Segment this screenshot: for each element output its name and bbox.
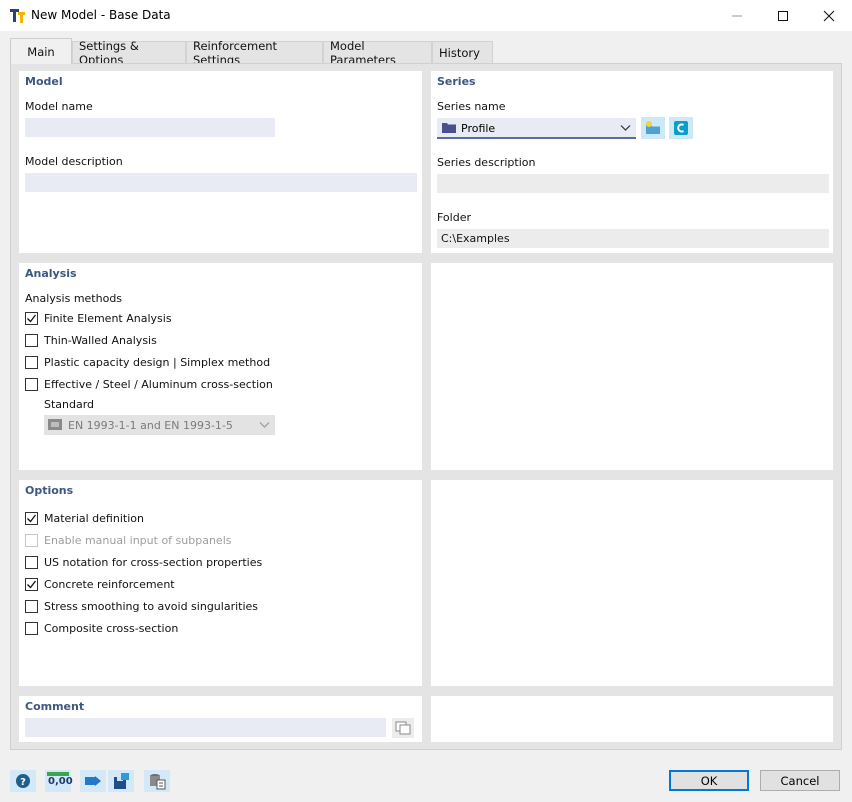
database-icon (150, 774, 166, 790)
decimals-icon: 0,00 (47, 772, 73, 790)
effective-section-checkbox-row[interactable]: Effective / Steel / Aluminum cross-secti… (25, 376, 273, 392)
app-logo-icon (10, 9, 25, 23)
chevron-down-icon (620, 125, 631, 131)
save-icon (114, 773, 129, 789)
tab-settings-options[interactable]: Settings & Options (72, 39, 186, 67)
close-button[interactable] (806, 0, 852, 31)
concrete-reinforcement-checkbox-row[interactable]: Concrete reinforcement (25, 576, 175, 592)
copy-icon (395, 721, 411, 735)
composite-section-checkbox-row[interactable]: Composite cross-section (25, 620, 178, 636)
folder-label: Folder (437, 211, 471, 224)
series-section-title: Series (437, 75, 476, 88)
series-name-dropdown[interactable]: Profile (437, 118, 636, 139)
minimize-button[interactable] (714, 0, 760, 31)
concrete-reinforcement-checkbox[interactable] (25, 577, 38, 591)
series-description-input[interactable] (437, 174, 829, 193)
comment-input[interactable] (25, 718, 386, 737)
new-series-button[interactable] (641, 117, 665, 139)
minimize-icon (732, 15, 742, 16)
standard-label: Standard (44, 398, 95, 411)
svg-text:?: ? (20, 777, 26, 788)
comment-section-title: Comment (25, 700, 85, 713)
checkmark-icon (27, 314, 37, 322)
stress-smoothing-checkbox[interactable] (25, 599, 38, 613)
new-folder-icon (646, 121, 660, 134)
maximize-icon (778, 10, 788, 21)
edit-series-icon (674, 121, 688, 135)
plastic-capacity-checkbox[interactable] (25, 355, 38, 369)
tab-reinforcement-settings[interactable]: Reinforcement Settings (186, 39, 323, 67)
options-side-panel (431, 480, 833, 686)
manual-subpanels-checkbox (25, 533, 38, 547)
stress-smoothing-checkbox-row[interactable]: Stress smoothing to avoid singularities (25, 598, 258, 614)
tab-content-main: Model Model name Model description Serie… (10, 63, 842, 750)
help-icon: ? (16, 774, 30, 788)
options-section-title: Options (25, 484, 74, 497)
checkmark-icon (27, 580, 37, 588)
help-button[interactable]: ? (10, 770, 36, 792)
edit-series-button[interactable] (669, 117, 693, 139)
us-notation-checkbox-row[interactable]: US notation for cross-section properties (25, 554, 262, 570)
analysis-methods-label: Analysis methods (25, 292, 123, 305)
comment-copy-button[interactable] (392, 718, 414, 738)
decimals-button[interactable]: 0,00 (45, 770, 73, 792)
close-icon (823, 10, 835, 21)
standard-dropdown[interactable]: EN 1993-1-1 and EN 1993-1-5 (44, 415, 275, 435)
series-description-label: Series description (437, 156, 536, 169)
plastic-capacity-checkbox-row[interactable]: Plastic capacity design | Simplex method (25, 354, 270, 370)
model-description-input[interactable] (25, 173, 417, 192)
fea-checkbox[interactable] (25, 311, 38, 325)
maximize-button[interactable] (760, 0, 806, 31)
chevron-down-icon (259, 422, 270, 428)
us-notation-checkbox[interactable] (25, 555, 38, 569)
fea-checkbox-row[interactable]: Finite Element Analysis (25, 310, 172, 326)
series-panel: Series Series name Profile Series descri… (431, 71, 833, 253)
window-title: New Model - Base Data (31, 8, 171, 22)
comment-panel: Comment (19, 696, 422, 742)
save-defaults-button[interactable] (108, 770, 134, 792)
analysis-panel: Analysis Analysis methods Finite Element… (19, 263, 422, 470)
analysis-side-panel (431, 263, 833, 470)
comment-side-panel (431, 696, 833, 742)
thin-walled-checkbox-row[interactable]: Thin-Walled Analysis (25, 332, 157, 348)
units-icon (85, 776, 101, 786)
options-panel: Options Material definition Enable manua… (19, 480, 422, 686)
tab-main[interactable]: Main (10, 38, 72, 64)
cancel-button[interactable]: Cancel (760, 770, 840, 791)
material-definition-checkbox[interactable] (25, 511, 38, 525)
folder-path-field[interactable]: C:\Examples (437, 229, 829, 248)
material-definition-checkbox-row[interactable]: Material definition (25, 510, 144, 526)
manual-subpanels-checkbox-row: Enable manual input of subpanels (25, 532, 231, 548)
analysis-section-title: Analysis (25, 267, 77, 280)
model-panel: Model Model name Model description (19, 71, 422, 253)
units-button[interactable] (80, 770, 106, 792)
effective-section-checkbox[interactable] (25, 377, 38, 391)
title-bar: New Model - Base Data (0, 0, 852, 31)
folder-icon (442, 123, 456, 133)
model-description-label: Model description (25, 155, 123, 168)
series-name-label: Series name (437, 100, 506, 113)
model-name-input[interactable] (25, 118, 275, 137)
model-info-button[interactable] (144, 770, 170, 792)
tab-history[interactable]: History (432, 41, 493, 63)
tab-model-parameters[interactable]: Model Parameters (323, 39, 432, 67)
model-name-label: Model name (25, 100, 93, 113)
decimals-label: 0,00 (48, 776, 73, 787)
tab-strip: Main Settings & Options Reinforcement Se… (0, 31, 852, 67)
thin-walled-checkbox[interactable] (25, 333, 38, 347)
standard-icon (48, 419, 62, 430)
model-section-title: Model (25, 75, 63, 88)
composite-section-checkbox[interactable] (25, 621, 38, 635)
ok-button[interactable]: OK (669, 770, 749, 791)
checkmark-icon (27, 514, 37, 522)
